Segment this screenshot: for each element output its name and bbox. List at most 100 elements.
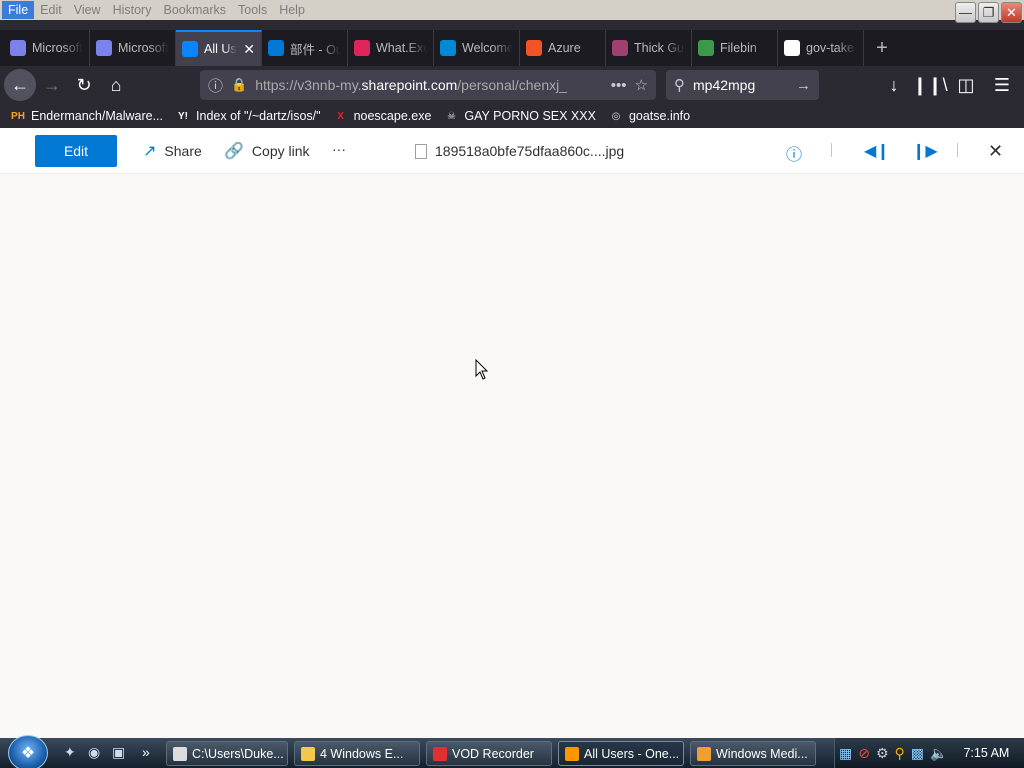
- taskbar-button[interactable]: 4 Windows E...: [294, 741, 420, 766]
- bookmark-item[interactable]: Y! Index of "/~dartz/isos/": [175, 108, 321, 124]
- bookmark-favicon-icon: Y!: [178, 110, 189, 122]
- thickguy-icon: [612, 40, 628, 56]
- tab-9[interactable]: gov-take: [778, 30, 864, 66]
- tab-7[interactable]: Thick Guy: [606, 30, 692, 66]
- link-icon: 🔗: [224, 143, 244, 160]
- more-button[interactable]: ···: [332, 141, 346, 157]
- cmd-icon: [173, 746, 187, 761]
- bookmark-item[interactable]: PH Endermanch/Malware...: [10, 108, 163, 124]
- forward-button[interactable]: →: [36, 69, 68, 101]
- azure-icon: [440, 40, 456, 56]
- tray-search-icon[interactable]: ⚲: [895, 745, 905, 762]
- copy-link-button[interactable]: 🔗 Copy link: [224, 141, 310, 161]
- tray-network-icon[interactable]: ▦: [839, 745, 852, 762]
- tab-8[interactable]: Filebin: [692, 30, 778, 66]
- menu-edit[interactable]: Edit: [34, 1, 68, 19]
- menu-tools[interactable]: Tools: [232, 1, 273, 19]
- previous-button[interactable]: ◀❙: [864, 141, 890, 161]
- bookmark-star-icon[interactable]: ☆: [635, 76, 648, 94]
- bookmark-favicon-icon: X: [337, 110, 344, 122]
- bookmark-favicon-icon: PH: [11, 110, 25, 122]
- taskbar-button-label: Windows Medi...: [716, 746, 808, 761]
- tab-5[interactable]: Welcome: [434, 30, 520, 66]
- taskbar-button[interactable]: VOD Recorder: [426, 741, 552, 766]
- close-window-button[interactable]: ✕: [1001, 2, 1022, 23]
- bookmark-label: GAY PORNO SEX XXX: [464, 109, 596, 123]
- quicklaunch-ie-icon[interactable]: ◉: [88, 744, 100, 761]
- taskbar-button[interactable]: C:\Users\Duke...: [166, 741, 288, 766]
- close-tab-icon[interactable]: ✕: [243, 41, 255, 58]
- tab-4[interactable]: What.Exe: [348, 30, 434, 66]
- folder-icon: [301, 746, 315, 761]
- taskbar-button-label: 4 Windows E...: [320, 746, 404, 761]
- quicklaunch-desktop-icon[interactable]: ▣: [112, 744, 125, 761]
- bookmark-item[interactable]: ◎ goatse.info: [608, 108, 691, 124]
- taskbar-button-label: C:\Users\Duke...: [192, 746, 284, 761]
- reload-button[interactable]: ↻: [68, 69, 100, 101]
- tab-6[interactable]: Azure: [520, 30, 606, 66]
- firefox-icon: [565, 746, 579, 761]
- menu-bar: File Edit View History Bookmarks Tools H…: [0, 0, 1024, 23]
- menu-bookmarks[interactable]: Bookmarks: [157, 1, 232, 19]
- menu-history[interactable]: History: [107, 1, 158, 19]
- info-icon[interactable]: ⓘ: [208, 75, 223, 96]
- filebin-icon: [698, 40, 714, 56]
- tray-security-icon[interactable]: ⊘: [858, 745, 870, 762]
- skip-next-icon: ❙▶: [912, 143, 938, 160]
- tab-label: Microsoft: [32, 41, 83, 55]
- downloads-button[interactable]: ↓: [878, 69, 910, 101]
- tab-2[interactable]: All Users ✕: [176, 30, 262, 66]
- bookmarks-bar: PH Endermanch/Malware... Y! Index of "/~dar…: [0, 104, 1024, 128]
- viewer-command-bar: Edit ↗ Share 🔗 Copy link ··· 189518a0bfe…: [0, 128, 1024, 174]
- taskbar-button[interactable]: Windows Medi...: [690, 741, 816, 766]
- share-button[interactable]: ↗ Share: [143, 141, 202, 161]
- restore-button[interactable]: ❐: [978, 2, 999, 23]
- bookmark-label: noescape.exe: [353, 109, 432, 123]
- edit-button[interactable]: Edit: [35, 135, 117, 167]
- taskbar: ❖ ✦ ◉ ▣ » C:\Users\Duke... 4 Windows E...…: [0, 735, 1024, 768]
- search-bar[interactable]: ⚲ mp42mpg →: [666, 70, 819, 100]
- outlook-icon: [268, 40, 284, 56]
- tab-1[interactable]: Microsoft: [90, 30, 176, 66]
- bookmark-item[interactable]: ☠ GAY PORNO SEX XXX: [443, 108, 596, 124]
- library-button[interactable]: ❙❙\: [912, 69, 947, 101]
- menu-help[interactable]: Help: [273, 1, 311, 19]
- clock[interactable]: 7:15 AM: [963, 746, 1009, 760]
- url-text[interactable]: https://v3nnb-my.sharepoint.com/personal…: [255, 77, 603, 93]
- back-button[interactable]: ←: [4, 69, 36, 101]
- new-tab-button[interactable]: +: [864, 30, 900, 66]
- app-menu-button[interactable]: ☰: [986, 69, 1018, 101]
- quicklaunch-bird-icon[interactable]: ✦: [64, 744, 76, 761]
- tray-tools-icon[interactable]: ⚙: [876, 745, 889, 762]
- tab-3[interactable]: 部件 - Outlook: [262, 30, 348, 66]
- url-bar[interactable]: ⓘ 🔒 https://v3nnb-my.sharepoint.com/pers…: [200, 70, 656, 100]
- page-actions-icon[interactable]: •••: [611, 77, 627, 94]
- tab-label: Microsoft: [118, 41, 169, 55]
- bookmark-label: Index of "/~dartz/isos/": [196, 109, 321, 123]
- sidebar-icon: ◫: [957, 74, 975, 95]
- tray-monitor-icon[interactable]: ▩: [911, 745, 924, 762]
- close-viewer-button[interactable]: ✕: [988, 141, 1003, 162]
- search-go-icon[interactable]: →: [796, 77, 811, 94]
- quicklaunch-expand-icon[interactable]: »: [142, 744, 150, 760]
- info-button[interactable]: ⓘ: [786, 141, 802, 165]
- next-button[interactable]: ❙▶: [912, 141, 938, 161]
- sidebar-button[interactable]: ◫: [950, 69, 982, 101]
- lock-icon[interactable]: 🔒: [231, 77, 247, 93]
- tab-0[interactable]: Microsoft: [4, 30, 90, 66]
- bookmark-item[interactable]: Xnoescape.exe: [333, 108, 432, 124]
- share-icon: ↗: [143, 143, 157, 160]
- menu-file[interactable]: File: [2, 1, 35, 19]
- start-button[interactable]: ❖: [8, 735, 48, 768]
- file-name: 189518a0bfe75dfaa860c....jpg: [415, 143, 624, 159]
- minimize-button[interactable]: —: [955, 2, 976, 23]
- home-button[interactable]: ⌂: [100, 69, 132, 101]
- tab-label: gov-take: [806, 41, 854, 55]
- menu-view[interactable]: View: [68, 1, 107, 19]
- search-input[interactable]: mp42mpg: [693, 77, 788, 93]
- tab-strip: Microsoft Microsoft All Users ✕ 部件 - Outlook…: [0, 30, 1024, 66]
- bookmark-label: Endermanch/Malware...: [31, 109, 164, 123]
- close-icon: ✕: [988, 141, 1004, 161]
- taskbar-button[interactable]: All Users - One...: [558, 741, 684, 766]
- tray-volume-icon[interactable]: 🔈: [930, 745, 947, 762]
